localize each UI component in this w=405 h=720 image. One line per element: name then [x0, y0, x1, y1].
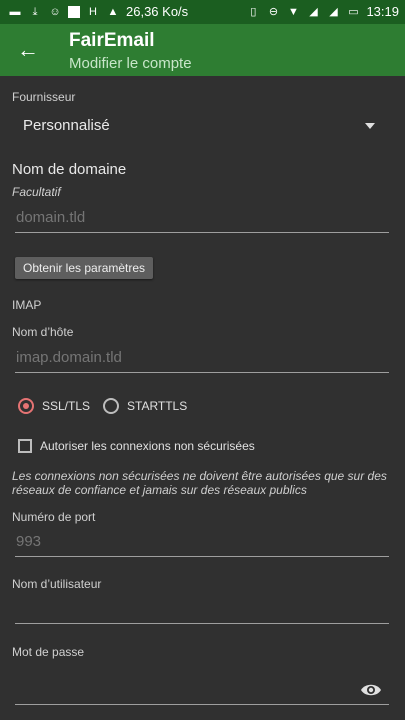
- smiley-icon: ☺: [49, 5, 61, 18]
- domain-label: Nom de domaine: [12, 161, 127, 178]
- password-field[interactable]: [15, 676, 390, 705]
- starttls-radio[interactable]: STARTTLS: [103, 396, 187, 416]
- message-icon: ▬: [9, 5, 21, 18]
- insecure-label: Autoriser les connexions non sécurisées: [40, 439, 255, 453]
- radio-unchecked-icon: [103, 398, 119, 414]
- host-input[interactable]: [15, 344, 390, 370]
- domain-input[interactable]: [15, 204, 390, 230]
- insecure-hint: Les connexions non sécurisées ne doivent…: [12, 469, 387, 497]
- phone-icon: ▯: [250, 5, 257, 18]
- domain-hint: Facultatif: [12, 185, 61, 199]
- host-label: Nom d’hôte: [12, 325, 74, 339]
- password-input[interactable]: [15, 676, 390, 702]
- signal-icon: ◢: [309, 5, 318, 18]
- insecure-checkbox[interactable]: Autoriser les connexions non sécurisées: [18, 439, 255, 453]
- provider-spinner[interactable]: Personnalisé: [12, 108, 393, 144]
- back-arrow-icon[interactable]: ←: [14, 36, 42, 64]
- port-field[interactable]: [15, 528, 390, 557]
- app-title: FairEmail: [69, 30, 155, 51]
- checkbox-icon: [18, 439, 32, 453]
- status-bar: ▬ ⤓ ☺ H ▲ 26,36 Ko/s ▯ ⊖ ▼ ◢ ◢ ▭ 13:19: [0, 0, 405, 24]
- app-bar: ← FairEmail Modifier le compte: [0, 24, 405, 76]
- imap-section-title: IMAP: [12, 298, 42, 312]
- provider-label: Fournisseur: [12, 90, 76, 104]
- dropdown-arrow-icon: [365, 123, 375, 129]
- signal-2-icon: ◢: [329, 5, 338, 18]
- eye-icon[interactable]: [360, 682, 382, 698]
- username-label: Nom d’utilisateur: [12, 577, 102, 591]
- radio-checked-icon: [18, 398, 34, 414]
- domain-field[interactable]: [15, 204, 390, 233]
- starttls-label: STARTTLS: [127, 399, 188, 413]
- ssl-tls-radio[interactable]: SSL/TLS: [18, 396, 90, 416]
- do-not-disturb-icon: ⊖: [268, 5, 279, 18]
- network-speed: 26,36 Ko/s: [126, 4, 189, 19]
- battery-icon: ▭: [348, 5, 359, 18]
- password-label: Mot de passe: [12, 645, 85, 659]
- app-subtitle: Modifier le compte: [69, 55, 192, 72]
- ssl-tls-label: SSL/TLS: [42, 399, 91, 413]
- host-field[interactable]: [15, 344, 390, 373]
- username-input[interactable]: [15, 595, 390, 621]
- port-input[interactable]: [15, 528, 390, 554]
- navigation-icon: ▲: [107, 5, 119, 18]
- download-icon: ⤓: [32, 5, 38, 18]
- clock: 13:19: [366, 4, 399, 19]
- notification-icon: [68, 5, 80, 18]
- username-field[interactable]: [15, 595, 390, 624]
- provider-value: Personnalisé: [23, 117, 110, 134]
- port-label: Numéro de port: [12, 510, 96, 524]
- wifi-icon: ▼: [288, 5, 299, 18]
- get-settings-button[interactable]: Obtenir les paramètres: [15, 257, 154, 279]
- h-icon: H: [89, 5, 97, 18]
